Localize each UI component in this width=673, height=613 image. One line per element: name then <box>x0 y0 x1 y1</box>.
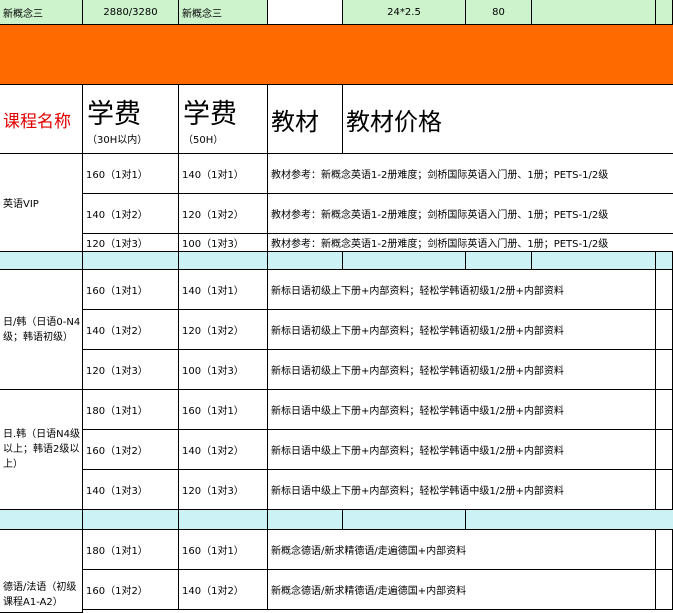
fee50-cell[interactable]: 160（1对1） <box>179 390 268 430</box>
separator-row[interactable] <box>466 252 532 270</box>
blank-cell[interactable] <box>656 570 673 610</box>
fee-50h-sub: （50H） <box>183 135 224 146</box>
cell-top-hours[interactable]: 24*2.5 <box>343 0 466 25</box>
cell-top-textbook[interactable]: 新概念三 <box>179 0 268 25</box>
fee30-cell[interactable]: 140（1对2） <box>83 194 179 234</box>
fee50-cell[interactable]: 120（1对3） <box>179 470 268 510</box>
cell-top-course[interactable]: 新概念三 <box>0 0 83 25</box>
textbook-cell[interactable]: 教材参考：新概念英语1-2册难度；剑桥国际英语入门册、1册；PETS-1/2级 <box>268 234 673 252</box>
fee50-cell[interactable]: 100（1对3） <box>179 234 268 252</box>
fee-50h-label: 学费 <box>183 99 237 130</box>
textbook-cell[interactable]: 新标日语初级上下册+内部资料；轻松学韩语初级1/2册+内部资料 <box>268 310 656 350</box>
cell-top-blank-a[interactable] <box>532 0 656 25</box>
separator-row[interactable] <box>0 252 83 270</box>
separator-row[interactable] <box>179 252 268 270</box>
fee30-cell[interactable]: 180（1对1） <box>83 530 179 570</box>
fee-30h-label: 学费 <box>87 99 141 130</box>
orange-banner <box>0 25 673 85</box>
header-textbook: 教材 <box>268 85 343 154</box>
blank-cell[interactable] <box>656 390 673 430</box>
blank-cell[interactable] <box>656 310 673 350</box>
cell-top-empty[interactable] <box>268 0 343 25</box>
cell-top-blank-b[interactable] <box>656 0 673 25</box>
header-fee-50h: 学费 （50H） <box>179 85 268 154</box>
group-name-jp-kr-advanced: 日.韩（日语N4级以上；韩语2级以上） <box>0 390 83 510</box>
textbook-cell[interactable]: 教材参考：新概念英语1-2册难度；剑桥国际英语入门册、1册；PETS-1/2级 <box>268 154 673 194</box>
fee50-cell[interactable]: 140（1对2） <box>179 570 268 610</box>
textbook-cell[interactable]: 新概念德语/新求精德语/走遍德国+内部资料 <box>268 570 656 610</box>
separator-row[interactable] <box>343 510 466 530</box>
group-name-de-fr: 德语/法语（初级课程A1-A2） <box>0 530 83 613</box>
fee30-cell[interactable]: 180（1对1） <box>83 390 179 430</box>
textbook-cell[interactable]: 新标日语中级上下册+内部资料；轻松学韩语中级1/2册+内部资料 <box>268 470 656 510</box>
fee50-cell[interactable]: 140（1对1） <box>179 154 268 194</box>
textbook-cell[interactable]: 新标日语初级上下册+内部资料；轻松学韩语初级1/2册+内部资料 <box>268 350 656 390</box>
separator-row[interactable] <box>343 252 466 270</box>
cell-top-price[interactable]: 2880/3280 <box>83 0 179 25</box>
spreadsheet: 新概念三 2880/3280 新概念三 24*2.5 80 课程名称 学费 （3… <box>0 0 673 613</box>
textbook-cell[interactable]: 教材参考：新概念英语1-2册难度；剑桥国际英语入门册、1册；PETS-1/2级 <box>268 194 673 234</box>
blank-cell[interactable] <box>656 430 673 470</box>
fee50-cell[interactable]: 140（1对1） <box>179 270 268 310</box>
fee50-cell[interactable]: 140（1对2） <box>179 430 268 470</box>
fee30-cell[interactable]: 120（1对3） <box>83 350 179 390</box>
fee50-cell[interactable]: 120（1对2） <box>179 194 268 234</box>
blank-cell[interactable] <box>656 470 673 510</box>
group-name-jp-kr-basic: 日/韩（日语0-N4级；韩语初级） <box>0 270 83 390</box>
textbook-cell[interactable]: 新标日语初级上下册+内部资料；轻松学韩语初级1/2册+内部资料 <box>268 270 656 310</box>
header-course-name: 课程名称 <box>0 85 83 154</box>
cell-top-count[interactable]: 80 <box>466 0 532 25</box>
separator-row[interactable] <box>466 510 673 530</box>
blank-cell[interactable] <box>656 270 673 310</box>
separator-row[interactable] <box>268 252 343 270</box>
separator-row[interactable] <box>83 510 179 530</box>
fee30-cell[interactable]: 160（1对1） <box>83 154 179 194</box>
fee50-cell[interactable]: 160（1对1） <box>179 530 268 570</box>
separator-row[interactable] <box>656 252 673 270</box>
separator-row[interactable] <box>83 252 179 270</box>
textbook-cell[interactable]: 新标日语中级上下册+内部资料；轻松学韩语中级1/2册+内部资料 <box>268 390 656 430</box>
textbook-cell[interactable]: 新标日语中级上下册+内部资料；轻松学韩语中级1/2册+内部资料 <box>268 430 656 470</box>
separator-row[interactable] <box>268 510 343 530</box>
fee50-cell[interactable]: 100（1对3） <box>179 350 268 390</box>
header-fee-30h: 学费 （30H以内） <box>83 85 179 154</box>
header-textbook-price: 教材价格 <box>343 85 673 154</box>
fee30-cell[interactable]: 160（1对1） <box>83 270 179 310</box>
separator-row[interactable] <box>0 510 83 530</box>
separator-row[interactable] <box>179 510 268 530</box>
fee-30h-sub: （30H以内） <box>87 135 148 146</box>
blank-cell[interactable] <box>656 530 673 570</box>
textbook-cell[interactable]: 新概念德语/新求精德语/走遍德国+内部资料 <box>268 530 656 570</box>
group-name-english-vip: 英语VIP <box>0 154 83 252</box>
fee30-cell[interactable]: 160（1对2） <box>83 570 179 610</box>
fee30-cell[interactable]: 120（1对3） <box>83 234 179 252</box>
fee30-cell[interactable]: 140（1对3） <box>83 470 179 510</box>
blank-cell[interactable] <box>656 350 673 390</box>
separator-row[interactable] <box>532 252 656 270</box>
fee30-cell[interactable]: 160（1对2） <box>83 430 179 470</box>
fee50-cell[interactable]: 120（1对2） <box>179 310 268 350</box>
fee30-cell[interactable]: 140（1对2） <box>83 310 179 350</box>
